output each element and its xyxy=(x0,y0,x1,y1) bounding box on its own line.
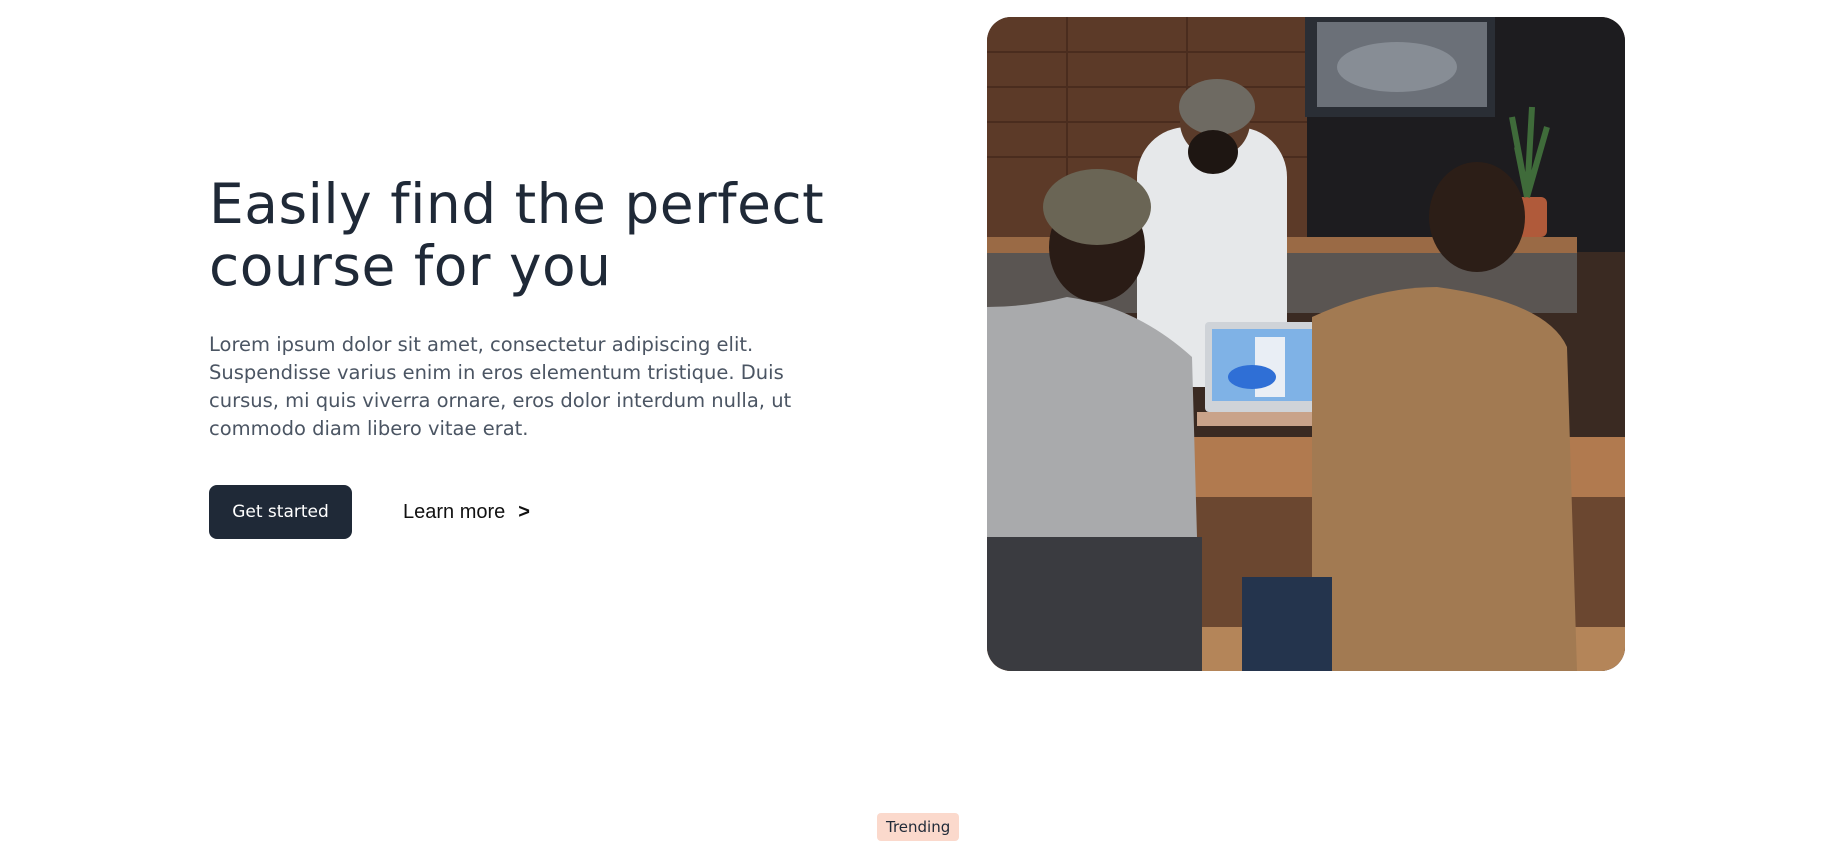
hero-title-line-2: course for you xyxy=(209,234,612,298)
trending-badge: Trending xyxy=(877,813,960,841)
get-started-button[interactable]: Get started xyxy=(209,485,352,539)
learn-more-button[interactable]: Learn more > xyxy=(403,501,530,524)
hero-text: Easily find the perfect course for you L… xyxy=(209,173,859,539)
page: Easily find the perfect course for you L… xyxy=(0,0,1823,863)
hero-title: Easily find the perfect course for you xyxy=(209,173,859,297)
chevron-right-icon: > xyxy=(518,500,530,523)
hero-description: Lorem ipsum dolor sit amet, consectetur … xyxy=(209,333,792,440)
learn-more-label: Learn more xyxy=(403,500,506,523)
hero-actions: Get started Learn more > xyxy=(209,485,859,539)
hero-title-line-1: Easily find the perfect xyxy=(209,172,825,236)
hero-image xyxy=(987,17,1625,671)
